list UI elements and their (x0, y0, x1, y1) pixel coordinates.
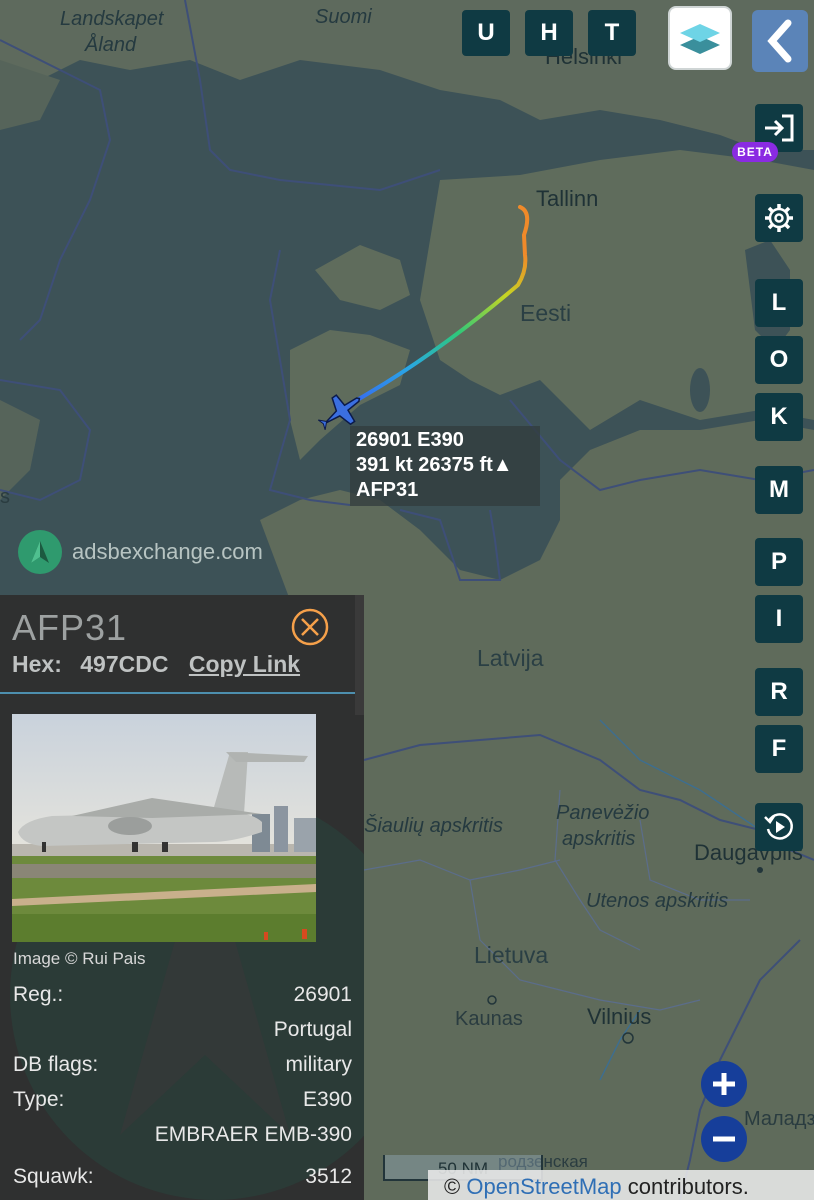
minus-icon (713, 1136, 735, 1142)
close-button[interactable] (290, 607, 330, 647)
country-value: Portugal (273, 1018, 352, 1041)
l-button[interactable]: L (755, 279, 803, 327)
i-button[interactable]: I (755, 595, 803, 643)
replay-icon (764, 813, 793, 840)
place-maladzech: Маладзеч (744, 1108, 814, 1130)
p-button[interactable]: P (755, 538, 803, 586)
place-latvija: Latvija (477, 645, 544, 671)
k-button[interactable]: K (755, 393, 803, 441)
layers-icon (680, 24, 720, 54)
attribution: © OpenStreetMap contributors. (428, 1170, 814, 1200)
panel-callsign: AFP31 (12, 607, 128, 648)
layers-button[interactable] (668, 6, 732, 70)
place-kaunas: Kaunas (455, 1008, 523, 1030)
aircraft-photo[interactable] (12, 714, 316, 942)
aircraft-info-panel: AFP31 Hex: 497CDC Copy Link Image © Rui … (0, 595, 364, 1200)
hex-label: Hex: (12, 651, 62, 677)
beta-badge: BETA (732, 142, 778, 162)
place-panevezio-1: Panevėžio (556, 802, 650, 824)
place-siauliu: Šiaulių apskritis (364, 815, 503, 837)
aircraft-callout[interactable]: 26901 E390 391 kt 26375 ft▲ AFP31 (350, 426, 540, 506)
place-small-s: s (0, 486, 10, 508)
adsbexchange-brand: adsbexchange.com (18, 530, 263, 574)
reg-value: 26901 (293, 983, 352, 1006)
zoom-out-button[interactable] (701, 1116, 747, 1162)
aircraft-photo-image (12, 714, 316, 942)
plus-icon (713, 1073, 735, 1095)
t-button[interactable]: T (588, 10, 636, 56)
type-value: E390 (302, 1088, 352, 1111)
copy-link[interactable]: Copy Link (189, 651, 300, 677)
zoom-in-button[interactable] (701, 1061, 747, 1107)
osm-link[interactable]: OpenStreetMap (466, 1174, 621, 1199)
attribution-symbol: © (444, 1174, 461, 1199)
r-button[interactable]: R (755, 668, 803, 716)
hex-row: Hex: 497CDC Copy Link (12, 651, 300, 678)
dbflags-label: DB flags: (13, 1053, 99, 1076)
chevron-left-icon (767, 19, 792, 63)
place-suomi: Suomi (315, 6, 372, 28)
attribution-text: contributors. (627, 1174, 749, 1199)
callout-line-1: 26901 E390 (356, 429, 464, 451)
settings-button[interactable] (755, 194, 803, 242)
back-button[interactable] (752, 10, 808, 72)
panel-divider (0, 692, 355, 694)
place-vilnius: Vilnius (587, 1004, 652, 1029)
place-panevezio-2: apskritis (562, 828, 636, 850)
lake-vortsjarv (690, 368, 710, 412)
replay-button[interactable] (755, 803, 803, 851)
adsbexchange-text: adsbexchange.com (72, 539, 263, 564)
image-credit: Image © Rui Pais (13, 949, 146, 968)
o-button[interactable]: O (755, 336, 803, 384)
squawk-label: Squawk: (13, 1165, 94, 1188)
callout-line-3: AFP31 (356, 479, 419, 501)
squawk-value: 3512 (305, 1165, 352, 1188)
type-full-value: EMBRAER EMB-390 (154, 1123, 352, 1146)
place-lietuva: Lietuva (474, 942, 549, 968)
reg-label: Reg.: (13, 983, 64, 1006)
dbflags-value: military (285, 1053, 353, 1076)
place-landskapet: Landskapet (60, 8, 164, 30)
adsbexchange-logo-icon (18, 530, 62, 574)
panel-scrollbar[interactable] (355, 595, 364, 715)
callout-line-2: 391 kt 26375 ft▲ (356, 454, 513, 476)
place-tallinn: Tallinn (536, 186, 599, 211)
m-button[interactable]: M (755, 466, 803, 514)
h-button[interactable]: H (525, 10, 573, 56)
gear-icon (765, 204, 793, 232)
type-label: Type: (13, 1088, 65, 1111)
daugavpils-marker (757, 867, 763, 873)
close-icon (291, 608, 329, 646)
u-button[interactable]: U (462, 10, 510, 56)
hex-value: 497CDC (80, 651, 169, 677)
place-aland: Åland (85, 34, 137, 56)
login-icon (765, 114, 794, 142)
place-utenos: Utenos apskritis (586, 890, 729, 912)
f-button[interactable]: F (755, 725, 803, 773)
place-eesti: Eesti (520, 300, 572, 326)
